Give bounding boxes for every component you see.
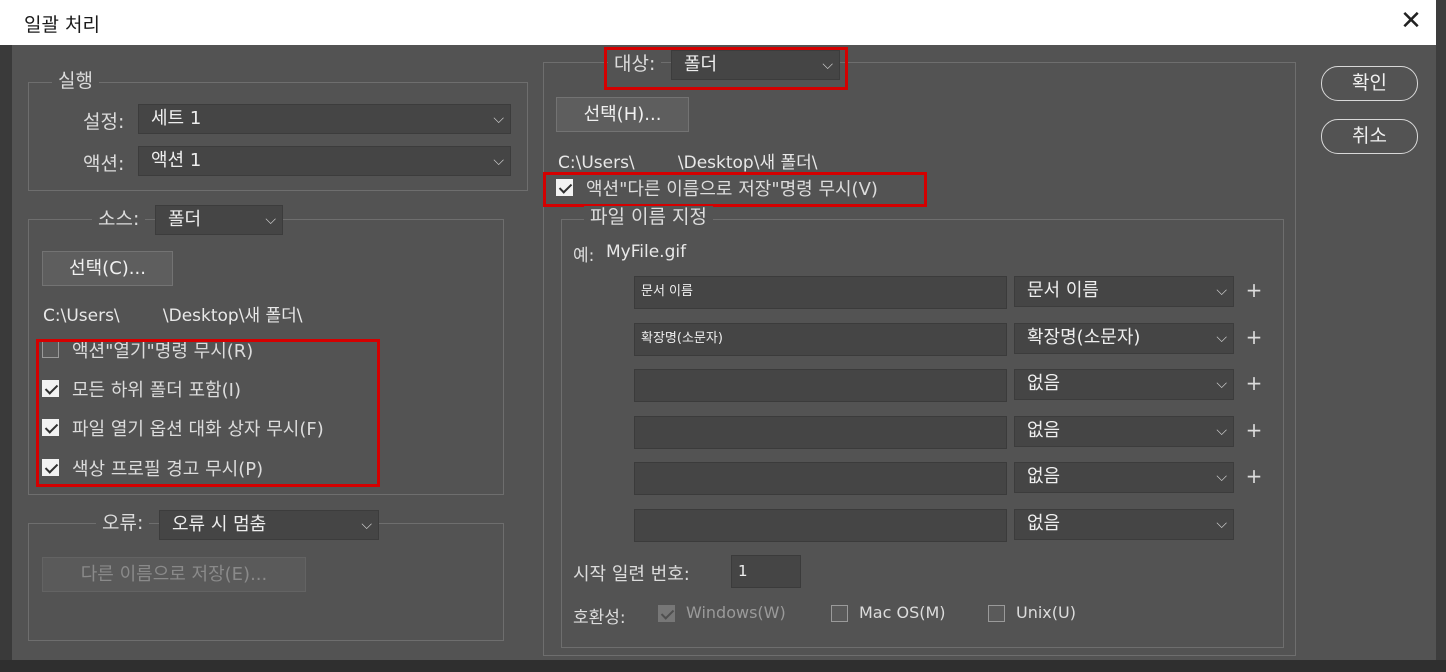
source-choose-button[interactable]: 선택(C)... xyxy=(42,251,173,286)
play-legend: 실행 xyxy=(52,70,99,92)
source-label: 소스: xyxy=(92,208,146,230)
chevron-down-icon: ⌵ xyxy=(1216,515,1227,532)
background-strip-bottom xyxy=(0,660,1446,672)
checkbox-windows[interactable] xyxy=(658,605,675,622)
chevron-down-icon: ⌵ xyxy=(265,212,276,228)
add-field-button[interactable]: + xyxy=(1245,278,1263,302)
highlight-box-source-options xyxy=(36,339,380,487)
title-bar xyxy=(0,0,1436,45)
chevron-down-icon: ⌵ xyxy=(1216,422,1227,439)
serial-input[interactable]: 1 xyxy=(731,555,801,588)
window-title: 일괄 처리 xyxy=(24,14,100,36)
source-path: C:\Users\ \Desktop\새 폴더\ xyxy=(43,306,303,326)
highlight-box-override-save-as xyxy=(543,172,927,207)
background-strip-right xyxy=(1436,0,1446,672)
naming-select-value: 없음 xyxy=(1027,373,1061,394)
destination-path: C:\Users\ \Desktop\새 폴더\ xyxy=(558,153,818,173)
checkbox-mac-os[interactable] xyxy=(831,605,848,622)
close-icon[interactable]: ✕ xyxy=(1396,6,1426,36)
add-field-button[interactable]: + xyxy=(1245,371,1263,395)
action-value: 액션 1 xyxy=(151,150,202,171)
ok-button[interactable]: 확인 xyxy=(1321,66,1418,101)
background-strip xyxy=(0,45,12,672)
action-select[interactable]: 액션 1 ⌵ xyxy=(138,146,511,176)
naming-select-value: 확장명(소문자) xyxy=(1027,326,1141,348)
naming-select[interactable]: 없음 ⌵ xyxy=(1014,462,1234,493)
naming-input[interactable] xyxy=(634,462,1007,495)
naming-select[interactable]: 없음 ⌵ xyxy=(1014,415,1234,447)
source-value: 폴더 xyxy=(168,209,202,230)
highlight-box-destination xyxy=(604,47,848,90)
naming-input[interactable]: 확장명(소문자) xyxy=(634,322,1007,356)
naming-select-value: 없음 xyxy=(1027,466,1061,487)
naming-select-value: 없음 xyxy=(1027,419,1061,441)
naming-select[interactable]: 없음 ⌵ xyxy=(1014,508,1234,540)
chevron-down-icon: ⌵ xyxy=(1216,376,1227,392)
compat-label: 호환성: xyxy=(573,608,626,628)
chevron-down-icon: ⌵ xyxy=(1216,469,1227,485)
chevron-down-icon: ⌵ xyxy=(1216,283,1227,299)
example-label: 예: xyxy=(573,246,595,266)
source-select[interactable]: 폴더 ⌵ xyxy=(155,205,283,235)
chevron-down-icon: ⌵ xyxy=(493,111,504,127)
set-label: 설정: xyxy=(83,111,125,133)
chevron-down-icon: ⌵ xyxy=(361,517,372,533)
checkbox-label-mac-os: Mac OS(M) xyxy=(859,603,946,622)
naming-input[interactable] xyxy=(634,369,1007,402)
destination-choose-button[interactable]: 선택(H)... xyxy=(556,97,689,132)
cancel-button[interactable]: 취소 xyxy=(1321,119,1418,154)
naming-select-value: 문서 이름 xyxy=(1027,280,1099,301)
add-field-button[interactable]: + xyxy=(1245,418,1263,442)
errors-value: 오류 시 멈춤 xyxy=(172,514,267,535)
add-field-button[interactable]: + xyxy=(1245,464,1263,488)
serial-label: 시작 일련 번호: xyxy=(573,564,690,585)
checkbox-unix[interactable] xyxy=(988,605,1005,622)
naming-select[interactable]: 없음 ⌵ xyxy=(1014,369,1234,400)
errors-label: 오류: xyxy=(96,512,150,534)
chevron-down-icon: ⌵ xyxy=(1216,329,1227,346)
set-value: 세트 1 xyxy=(151,108,202,129)
errors-select[interactable]: 오류 시 멈춤 ⌵ xyxy=(159,510,379,540)
example-value: MyFile.gif xyxy=(606,242,687,262)
checkbox-label-unix: Unix(U) xyxy=(1016,603,1076,622)
set-select[interactable]: 세트 1 ⌵ xyxy=(138,104,511,134)
action-label: 액션: xyxy=(83,153,125,175)
save-as-button[interactable]: 다른 이름으로 저장(E)... xyxy=(42,557,306,592)
naming-select[interactable]: 문서 이름 ⌵ xyxy=(1014,276,1234,307)
naming-input[interactable]: 문서 이름 xyxy=(634,276,1007,309)
naming-input[interactable] xyxy=(634,415,1007,449)
naming-select-value: 없음 xyxy=(1027,512,1061,534)
naming-select[interactable]: 확장명(소문자) ⌵ xyxy=(1014,322,1234,354)
chevron-down-icon: ⌵ xyxy=(493,153,504,169)
checkbox-label-windows: Windows(W) xyxy=(686,603,786,622)
naming-input[interactable] xyxy=(634,508,1007,542)
file-naming-legend: 파일 이름 지정 xyxy=(584,206,713,228)
add-field-button[interactable]: + xyxy=(1245,325,1263,349)
